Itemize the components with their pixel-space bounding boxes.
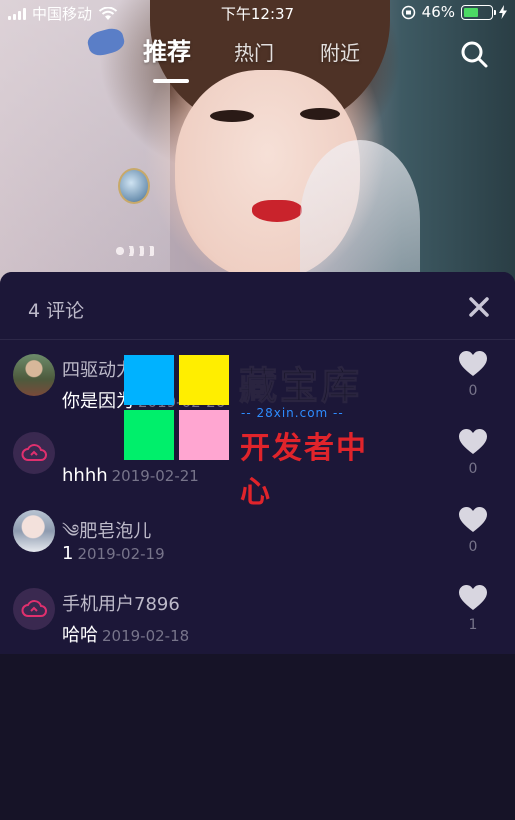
watermark-square (179, 355, 229, 405)
like-button[interactable]: 0 (455, 350, 491, 399)
orientation-lock-icon (401, 5, 415, 19)
avatar[interactable] (13, 510, 55, 552)
comment-text: 1 (62, 543, 74, 564)
status-right: 46% (401, 3, 507, 21)
like-count: 1 (468, 617, 478, 633)
comment-item: ༄肥皂泡儿 1 2019-02-19 0 (0, 507, 515, 588)
comment-date: 2019-02-21 (111, 467, 199, 485)
status-bar: 中国移动 下午12:37 46% (0, 0, 515, 26)
comment-username[interactable]: 手机用户7896 (62, 590, 180, 616)
tab-popular[interactable]: 热门 (234, 37, 274, 66)
like-button[interactable]: 0 (455, 428, 491, 477)
default-cloud-avatar[interactable] (13, 432, 55, 474)
heart-icon[interactable] (458, 506, 488, 533)
right-eye (300, 108, 340, 120)
watermark-url: -- 28xin.com -- (241, 406, 344, 420)
cloud-icon (21, 600, 47, 617)
tab-nearby[interactable]: 附近 (320, 37, 360, 66)
watermark-logo: 藏宝库 -- 28xin.com -- 开发者中心 (124, 355, 394, 510)
comment-text: 哈哈 (62, 625, 98, 646)
pearl-necklace (115, 246, 155, 256)
comment-date: 2019-02-18 (102, 627, 190, 645)
comment-header: 4 评论 (0, 272, 515, 340)
watermark-subtitle: 开发者中心 (240, 431, 368, 510)
battery-icon (461, 4, 496, 20)
active-tab-indicator (153, 79, 189, 83)
heart-icon[interactable] (458, 584, 488, 611)
default-cloud-avatar[interactable] (13, 588, 55, 630)
avatar[interactable] (13, 354, 55, 396)
heart-icon[interactable] (458, 350, 488, 377)
comment-body: 1 2019-02-19 (62, 543, 165, 564)
comment-body: hhhh 2019-02-21 (62, 465, 199, 486)
comment-body: 哈哈 2019-02-18 (62, 621, 189, 647)
comment-count: 4 评论 (28, 300, 85, 322)
watermark-square (124, 410, 174, 460)
tab-recommended[interactable]: 推荐 (143, 32, 191, 67)
like-count: 0 (468, 539, 478, 555)
like-button[interactable]: 0 (455, 506, 491, 555)
like-count: 0 (468, 461, 478, 477)
left-eye (210, 110, 254, 122)
comment-date: 2019-02-19 (77, 545, 165, 563)
close-icon[interactable] (468, 296, 490, 318)
watermark-title: 藏宝库 (238, 364, 363, 409)
like-count: 0 (468, 383, 478, 399)
earring (118, 168, 150, 204)
charging-icon (499, 5, 507, 19)
battery-percent: 46% (421, 3, 455, 21)
cloud-icon (21, 444, 47, 461)
top-tab-bar: 推荐 热门 附近 (0, 28, 515, 88)
watermark-square (179, 410, 229, 460)
heart-icon[interactable] (458, 428, 488, 455)
watermark-square (124, 355, 174, 405)
comment-item: 手机用户7896 哈哈 2019-02-18 1 (0, 585, 515, 666)
comment-text: hhhh (62, 465, 108, 486)
lips (252, 200, 302, 222)
like-button[interactable]: 1 (455, 584, 491, 633)
search-icon[interactable] (458, 38, 490, 70)
